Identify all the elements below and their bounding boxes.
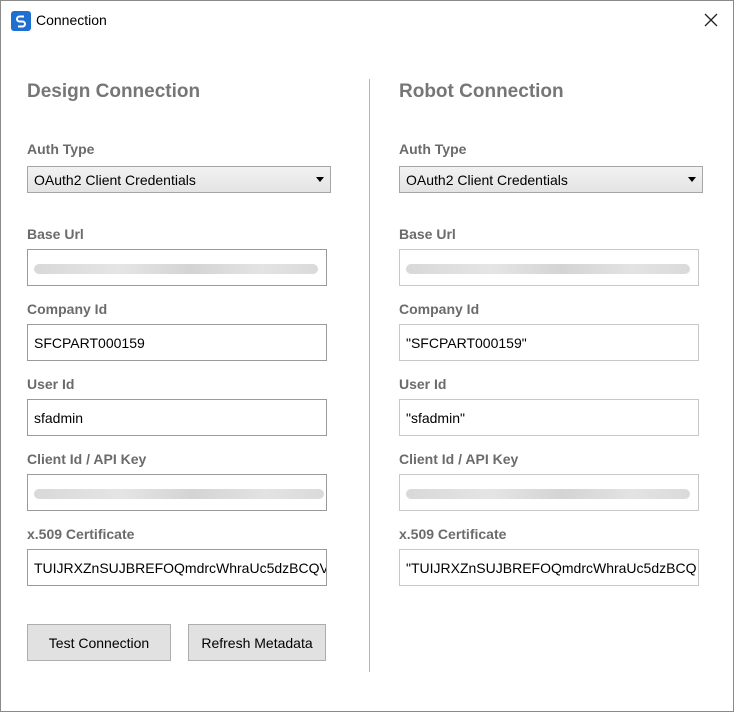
- robot-user-id-label: User Id: [399, 376, 447, 392]
- robot-user-id-field[interactable]: "sfadmin": [399, 399, 699, 436]
- redacted-text: [406, 264, 690, 274]
- robot-auth-type-label: Auth Type: [399, 141, 467, 157]
- refresh-metadata-button[interactable]: Refresh Metadata: [188, 624, 326, 661]
- design-base-url-field[interactable]: [27, 249, 327, 286]
- design-company-id-label: Company Id: [27, 301, 108, 317]
- redacted-text: [406, 489, 690, 499]
- design-user-id-label: User Id: [27, 376, 75, 392]
- robot-company-id-field[interactable]: "SFCPART000159": [399, 324, 699, 361]
- robot-auth-type-value: OAuth2 Client Credentials: [406, 172, 568, 188]
- design-auth-type-label: Auth Type: [27, 141, 95, 157]
- panel-divider: [369, 79, 370, 672]
- app-logo-icon: [11, 11, 31, 31]
- robot-company-id-label: Company Id: [399, 301, 480, 317]
- window-title: Connection: [36, 12, 107, 28]
- design-certificate-field[interactable]: TUIJRXZnSUJBREFOQmdrcWhraUc5dzBCQVF: [27, 549, 327, 586]
- design-client-id-field[interactable]: [27, 474, 327, 511]
- design-client-id-label: Client Id / API Key: [27, 451, 147, 467]
- redacted-text: [34, 489, 324, 499]
- robot-certificate-field[interactable]: "TUIJRXZnSUJBREFOQmdrcWhraUc5dzBCQ: [399, 549, 699, 586]
- title-bar: Connection: [1, 1, 733, 39]
- design-user-id-field[interactable]: sfadmin: [27, 399, 327, 436]
- design-base-url-label: Base Url: [27, 226, 84, 242]
- robot-client-id-field[interactable]: [399, 474, 699, 511]
- robot-certificate-label: x.509 Certificate: [399, 526, 507, 542]
- robot-auth-type-select[interactable]: OAuth2 Client Credentials: [399, 166, 703, 193]
- robot-base-url-field[interactable]: [399, 249, 699, 286]
- connection-dialog: Connection Design Connection Auth Type O…: [0, 0, 734, 712]
- dropdown-arrow-icon: [688, 177, 696, 182]
- dropdown-arrow-icon: [316, 177, 324, 182]
- design-auth-type-value: OAuth2 Client Credentials: [34, 172, 196, 188]
- design-company-id-field[interactable]: SFCPART000159: [27, 324, 327, 361]
- robot-base-url-label: Base Url: [399, 226, 456, 242]
- test-connection-button[interactable]: Test Connection: [27, 624, 171, 661]
- design-certificate-label: x.509 Certificate: [27, 526, 135, 542]
- robot-heading: Robot Connection: [399, 81, 564, 102]
- close-icon: [704, 13, 718, 27]
- close-button[interactable]: [697, 7, 725, 33]
- redacted-text: [34, 264, 318, 274]
- robot-client-id-label: Client Id / API Key: [399, 451, 519, 467]
- design-heading: Design Connection: [27, 81, 201, 102]
- design-auth-type-select[interactable]: OAuth2 Client Credentials: [27, 166, 331, 193]
